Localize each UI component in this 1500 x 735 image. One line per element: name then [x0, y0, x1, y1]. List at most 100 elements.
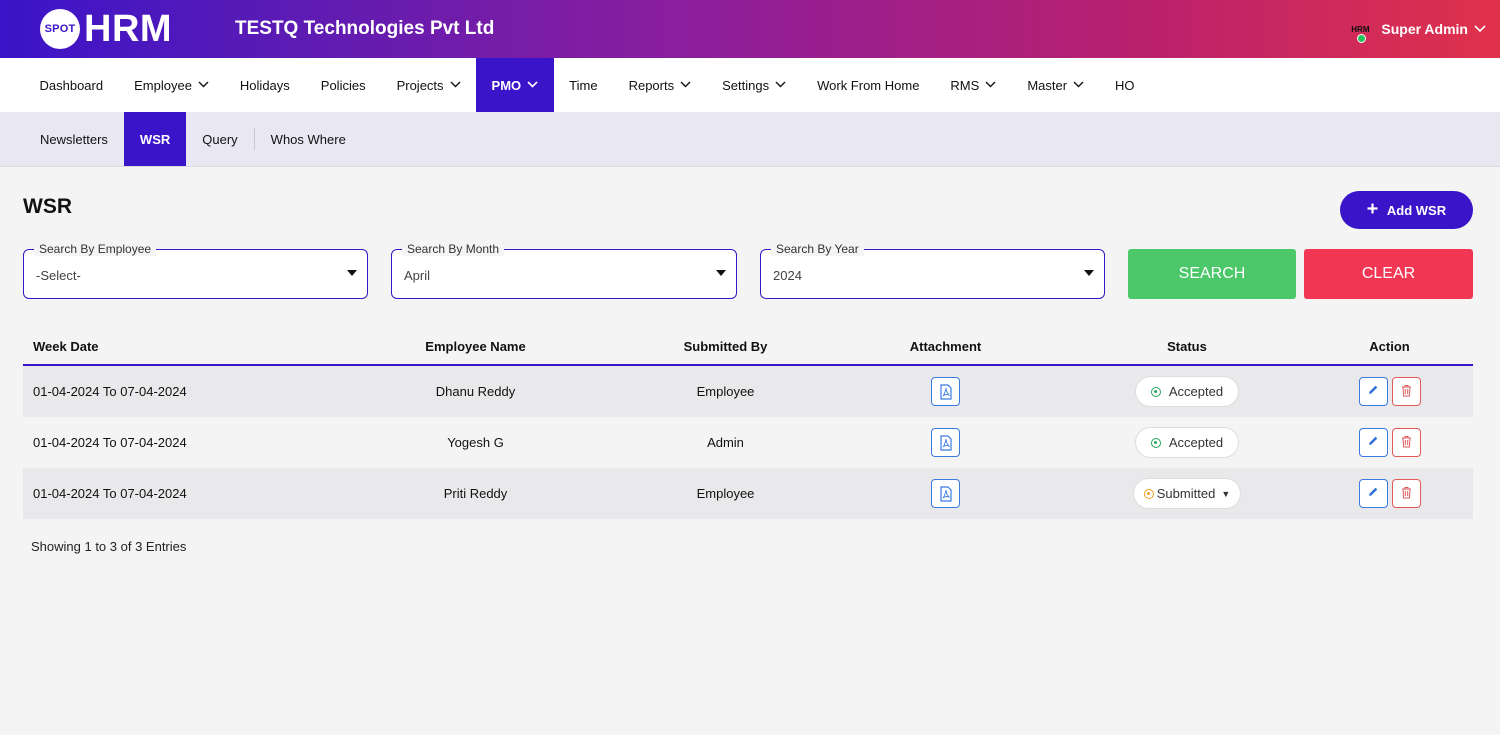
nav-rms[interactable]: RMS	[935, 58, 1012, 112]
chevron-down-icon	[985, 80, 996, 91]
add-wsr-button[interactable]: Add WSR	[1340, 191, 1473, 229]
week-date-cell: 01-04-2024 To 07-04-2024	[33, 384, 187, 399]
chevron-down-icon	[680, 80, 691, 91]
app-logo[interactable]: SPOT HRM	[40, 8, 220, 51]
status-badge[interactable]: Accepted	[1134, 376, 1240, 407]
wsr-table: Week Date Employee Name Submitted By Att…	[23, 328, 1473, 519]
user-avatar: HRM	[1345, 21, 1375, 43]
year-select-label: Search By Year	[771, 242, 864, 256]
delete-button[interactable]	[1391, 428, 1421, 457]
status-cell: Accepted	[1068, 376, 1306, 407]
status-cell: Accepted	[1068, 427, 1306, 458]
nav-master[interactable]: Master	[1012, 58, 1100, 112]
search-button[interactable]: SEARCH	[1128, 249, 1296, 299]
month-select-label: Search By Month	[402, 242, 505, 256]
delete-button[interactable]	[1391, 377, 1421, 406]
caret-down-icon: ▼	[1221, 488, 1231, 499]
trash-icon	[1401, 384, 1412, 400]
edit-button[interactable]	[1358, 428, 1388, 457]
status-label: Accepted	[1168, 384, 1224, 399]
status-dropdown[interactable]: Submitted ▼	[1132, 478, 1242, 509]
nav-settings[interactable]: Settings	[707, 58, 802, 112]
page-title: WSR	[23, 195, 72, 218]
week-date-cell: 01-04-2024 To 07-04-2024	[33, 435, 187, 450]
pencil-icon	[1367, 486, 1379, 501]
user-name: Super Admin	[1381, 21, 1468, 37]
nav-work-from-home[interactable]: Work From Home	[802, 58, 935, 112]
caret-down-icon	[1084, 270, 1094, 276]
nav-policies[interactable]: Policies	[305, 58, 381, 112]
column-header-employee-name[interactable]: Employee Name	[323, 339, 628, 354]
employee-name-cell: Dhanu Reddy	[435, 384, 516, 399]
trash-icon	[1401, 435, 1412, 451]
caret-down-icon	[716, 270, 726, 276]
status-dot-icon	[1150, 386, 1161, 397]
status-dot-icon	[1150, 437, 1161, 448]
action-cell	[1306, 479, 1473, 508]
pencil-icon	[1367, 435, 1379, 450]
user-avatar-text: HRM	[1351, 24, 1370, 34]
action-cell	[1306, 377, 1473, 406]
nav-projects[interactable]: Projects	[381, 58, 476, 112]
month-select-value: April	[404, 268, 431, 283]
chevron-down-icon	[1073, 80, 1084, 91]
pdf-icon[interactable]	[931, 377, 960, 406]
status-cell: Submitted ▼	[1068, 478, 1306, 509]
month-select[interactable]: Search By Month April	[391, 242, 737, 299]
table-row: 01-04-2024 To 07-04-2024 Priti Reddy Emp…	[23, 468, 1473, 519]
user-menu[interactable]: HRM Super Admin	[1345, 0, 1486, 58]
clear-button[interactable]: CLEAR	[1304, 249, 1473, 299]
nav-ho[interactable]: HO	[1100, 58, 1151, 112]
chevron-down-icon	[198, 80, 209, 91]
status-badge[interactable]: Accepted	[1134, 427, 1240, 458]
nav-pmo[interactable]: PMO	[476, 58, 554, 112]
subnav-whos-where[interactable]: Whos Where	[255, 112, 362, 166]
year-select[interactable]: Search By Year 2024	[760, 242, 1105, 299]
logo-text: HRM	[84, 7, 173, 50]
logo-badge: SPOT	[40, 9, 80, 49]
employee-select-label: Search By Employee	[34, 242, 157, 256]
nav-reports[interactable]: Reports	[613, 58, 707, 112]
main-nav: Dashboard Employee Holidays Policies Pro…	[0, 58, 1500, 112]
subnav-newsletters[interactable]: Newsletters	[24, 112, 124, 166]
column-header-status[interactable]: Status	[1068, 339, 1306, 354]
submitted-by-cell: Admin	[707, 435, 744, 450]
chevron-down-icon	[1474, 22, 1486, 36]
column-header-submitted-by[interactable]: Submitted By	[628, 339, 823, 354]
submitted-by-cell: Employee	[696, 486, 755, 501]
week-date-cell: 01-04-2024 To 07-04-2024	[33, 486, 187, 501]
column-header-action: Action	[1369, 338, 1410, 354]
employee-select[interactable]: Search By Employee -Select-	[23, 242, 368, 299]
column-header-attachment: Attachment	[909, 338, 982, 354]
employee-name-cell: Yogesh G	[447, 435, 504, 450]
nav-dashboard[interactable]: Dashboard	[24, 58, 119, 112]
year-select-value: 2024	[773, 268, 802, 283]
pdf-icon[interactable]	[931, 479, 960, 508]
employee-select-value: -Select-	[36, 268, 81, 283]
chevron-down-icon	[527, 80, 538, 91]
nav-employee[interactable]: Employee	[119, 58, 225, 112]
delete-button[interactable]	[1391, 479, 1421, 508]
attachment-cell	[823, 479, 1068, 508]
nav-time[interactable]: Time	[554, 58, 613, 112]
nav-holidays[interactable]: Holidays	[224, 58, 305, 112]
top-header: SPOT HRM TESTQ Technologies Pvt Ltd HRM …	[0, 0, 1500, 58]
employee-name-cell: Priti Reddy	[443, 486, 508, 501]
status-label: Submitted	[1156, 486, 1216, 501]
subnav-wsr[interactable]: WSR	[123, 112, 187, 166]
plus-icon	[1367, 201, 1378, 219]
edit-button[interactable]	[1358, 479, 1388, 508]
add-wsr-label: Add WSR	[1386, 202, 1447, 218]
column-header-week-date[interactable]: Week Date	[23, 339, 323, 354]
status-label: Accepted	[1168, 435, 1224, 450]
chevron-down-icon	[775, 80, 786, 91]
online-status-dot	[1357, 34, 1367, 43]
filter-bar: Search By Employee -Select- Search By Mo…	[23, 242, 1473, 299]
trash-icon	[1401, 486, 1412, 502]
action-cell	[1306, 428, 1473, 457]
table-header: Week Date Employee Name Submitted By Att…	[23, 328, 1473, 366]
pdf-icon[interactable]	[931, 428, 960, 457]
pencil-icon	[1367, 384, 1379, 399]
subnav-query[interactable]: Query	[186, 112, 253, 166]
edit-button[interactable]	[1358, 377, 1388, 406]
